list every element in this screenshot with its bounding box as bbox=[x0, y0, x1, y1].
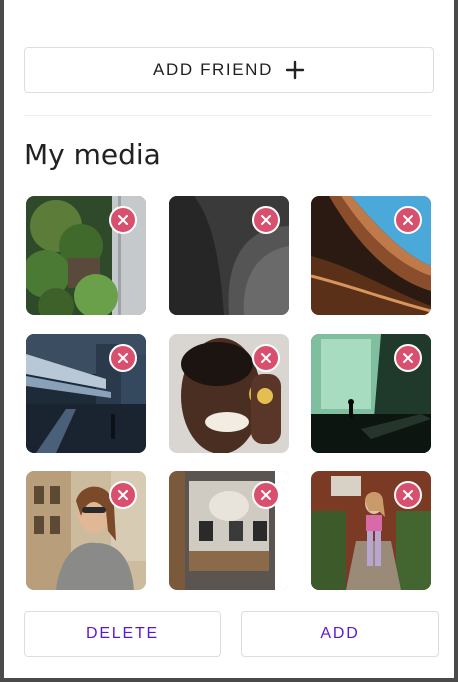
close-icon bbox=[118, 353, 128, 363]
media-tile-woman-city[interactable] bbox=[26, 471, 146, 590]
media-tile-shop-window[interactable] bbox=[169, 471, 289, 590]
remove-button[interactable] bbox=[394, 481, 422, 509]
media-tile-city-street[interactable] bbox=[26, 334, 146, 453]
media-tile-green-hall[interactable] bbox=[311, 334, 431, 453]
remove-button[interactable] bbox=[252, 344, 280, 372]
delete-label: DELETE bbox=[85, 625, 160, 642]
remove-button[interactable] bbox=[394, 206, 422, 234]
remove-button[interactable] bbox=[109, 344, 137, 372]
remove-button[interactable] bbox=[109, 481, 137, 509]
add-friend-button[interactable]: ADD FRIEND bbox=[24, 47, 434, 93]
remove-button[interactable] bbox=[109, 206, 137, 234]
media-tile-woman-stairs[interactable] bbox=[311, 471, 431, 590]
media-tile-garden[interactable] bbox=[26, 196, 146, 315]
plus-icon bbox=[285, 60, 305, 80]
media-sheet: ADD FRIEND My media DELETE ADD bbox=[4, 0, 454, 678]
close-icon bbox=[261, 215, 271, 225]
divider bbox=[24, 115, 432, 116]
close-icon bbox=[403, 353, 413, 363]
add-label: ADD bbox=[320, 625, 360, 642]
remove-button[interactable] bbox=[252, 481, 280, 509]
close-icon bbox=[261, 353, 271, 363]
remove-button[interactable] bbox=[394, 344, 422, 372]
close-icon bbox=[403, 215, 413, 225]
close-icon bbox=[403, 490, 413, 500]
media-tile-sand-dune[interactable] bbox=[169, 196, 289, 315]
add-friend-label: ADD FRIEND bbox=[153, 60, 273, 79]
delete-button[interactable]: DELETE bbox=[24, 611, 221, 657]
media-tile-architecture[interactable] bbox=[311, 196, 431, 315]
close-icon bbox=[118, 215, 128, 225]
section-title: My media bbox=[24, 138, 161, 171]
add-button[interactable]: ADD bbox=[241, 611, 439, 657]
close-icon bbox=[118, 490, 128, 500]
remove-button[interactable] bbox=[252, 206, 280, 234]
close-icon bbox=[261, 490, 271, 500]
media-tile-portrait-man[interactable] bbox=[169, 334, 289, 453]
